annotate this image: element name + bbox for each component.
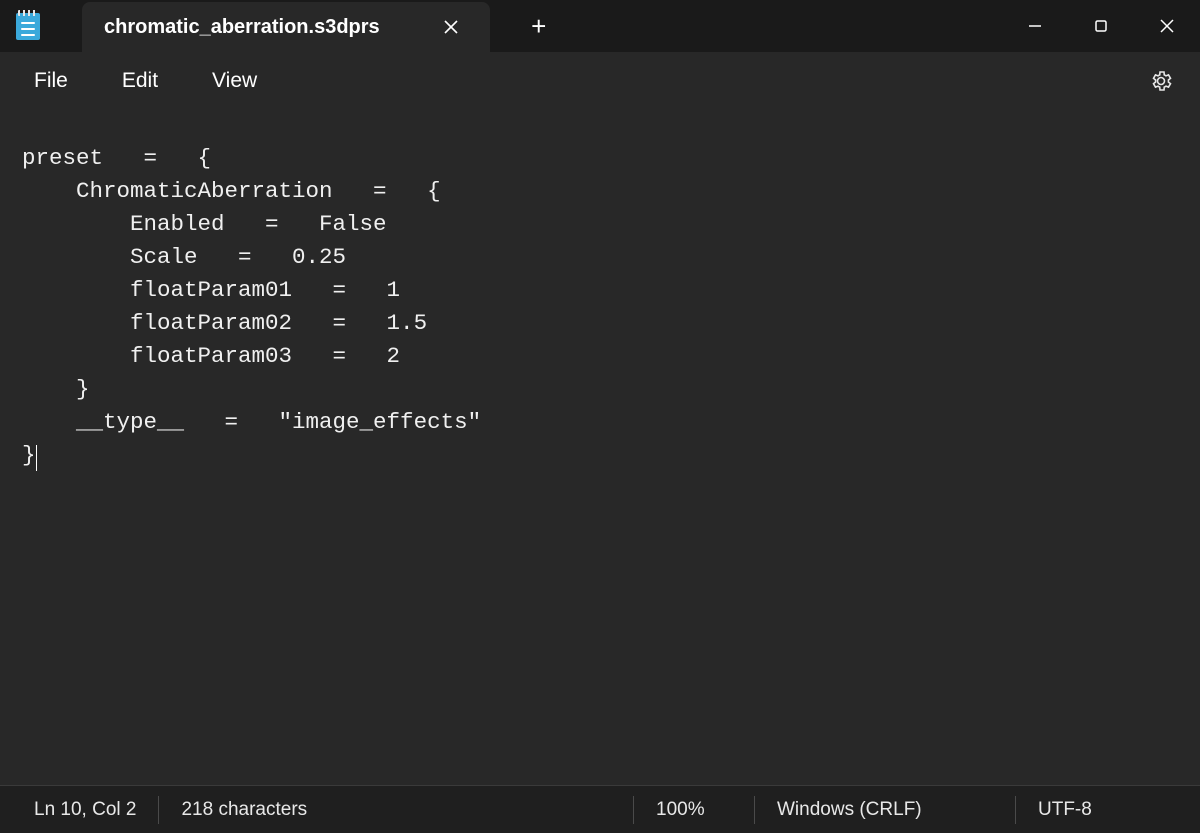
status-character-count[interactable]: 218 characters (159, 786, 329, 833)
close-icon (1159, 18, 1175, 34)
status-line-endings[interactable]: Windows (CRLF) (755, 786, 1015, 833)
tab-title: chromatic_aberration.s3dprs (104, 16, 380, 39)
status-zoom[interactable]: 100% (634, 786, 754, 833)
minimize-icon (1027, 18, 1043, 34)
menu-bar: File Edit View (0, 52, 1200, 110)
new-tab-button[interactable]: + (524, 11, 554, 41)
editor-text: preset = { ChromaticAberration = { Enabl… (22, 145, 481, 468)
menu-file[interactable]: File (24, 63, 78, 99)
status-bar: Ln 10, Col 2 218 characters 100% Windows… (0, 785, 1200, 833)
window-controls (1002, 0, 1200, 52)
menu-edit[interactable]: Edit (112, 63, 168, 99)
maximize-icon (1093, 18, 1109, 34)
notepad-icon (16, 13, 40, 40)
maximize-button[interactable] (1068, 0, 1134, 52)
menu-view[interactable]: View (202, 63, 267, 99)
gear-icon (1149, 69, 1173, 93)
close-window-button[interactable] (1134, 0, 1200, 52)
close-icon (443, 19, 459, 35)
text-cursor (36, 445, 37, 471)
editor-area[interactable]: preset = { ChromaticAberration = { Enabl… (0, 110, 1200, 785)
tab-close-button[interactable] (440, 16, 462, 38)
settings-button[interactable] (1146, 66, 1176, 96)
status-cursor-position[interactable]: Ln 10, Col 2 (24, 786, 158, 833)
status-encoding[interactable]: UTF-8 (1016, 786, 1176, 833)
file-tab[interactable]: chromatic_aberration.s3dprs (82, 2, 490, 52)
app-icon (14, 12, 42, 40)
minimize-button[interactable] (1002, 0, 1068, 52)
title-bar: chromatic_aberration.s3dprs + (0, 0, 1200, 52)
editor-content[interactable]: preset = { ChromaticAberration = { Enabl… (22, 142, 1200, 472)
